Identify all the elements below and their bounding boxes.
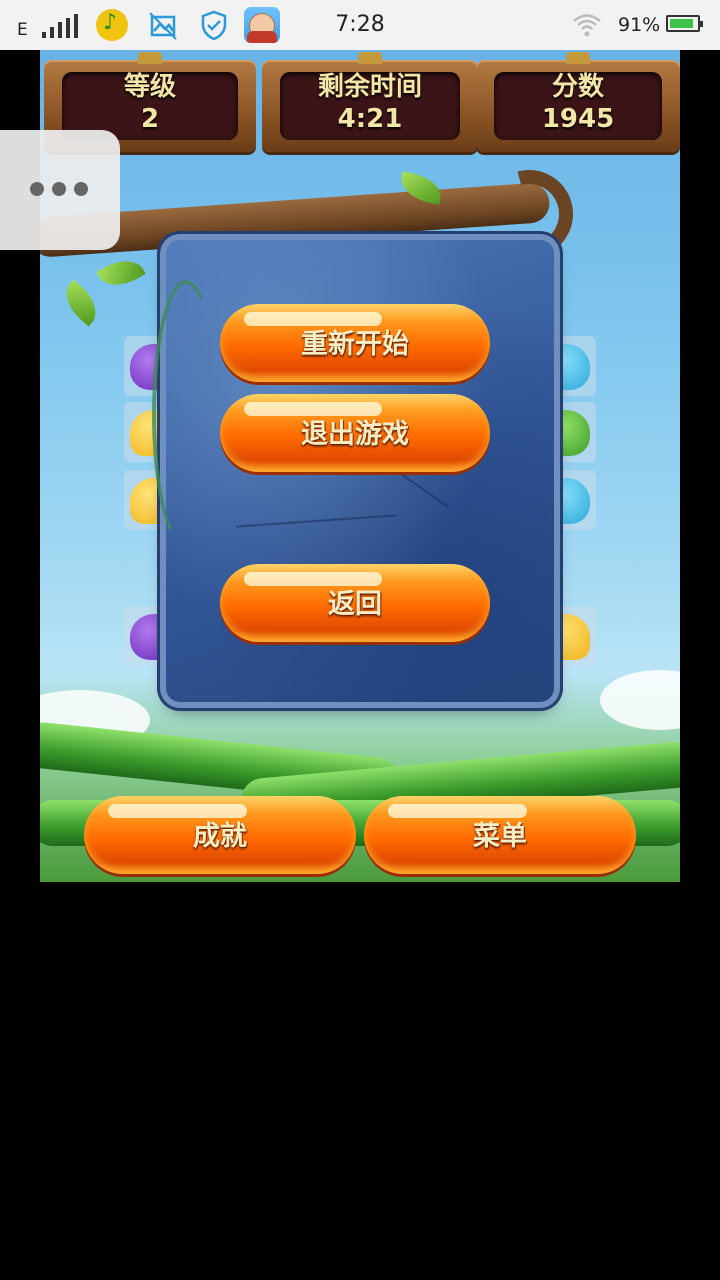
time-left-label: 剩余时间 <box>317 72 422 102</box>
wifi-icon <box>572 12 602 38</box>
achievements-button-label: 成就 <box>193 821 247 852</box>
vine-decoration <box>152 280 220 548</box>
cloud <box>600 670 680 730</box>
achievements-button[interactable]: 成就 <box>84 796 356 874</box>
menu-button-label: 菜单 <box>473 821 527 852</box>
game-screen: 等级 2 剩余时间 4:21 分数 1945 重新开始 退出游戏 返回 成就 菜… <box>40 50 680 882</box>
time-left-panel: 剩余时间 4:21 <box>262 52 478 152</box>
more-dots-icon <box>30 182 90 196</box>
floating-menu-button[interactable] <box>0 130 120 250</box>
restart-button-label: 重新开始 <box>301 329 409 360</box>
exit-game-button[interactable]: 退出游戏 <box>220 394 490 472</box>
leaf <box>56 279 106 327</box>
score-value: 1945 <box>541 104 615 134</box>
time-left-value: 4:21 <box>337 104 403 134</box>
battery-icon <box>666 15 703 32</box>
back-button-label: 返回 <box>328 589 382 620</box>
battery-percent: 91% <box>618 14 661 36</box>
status-bar: E 7:28 91% <box>0 0 720 50</box>
restart-button[interactable]: 重新开始 <box>220 304 490 382</box>
back-button[interactable]: 返回 <box>220 564 490 642</box>
score-panel: 分数 1945 <box>476 52 680 152</box>
level-label: 等级 <box>123 72 176 102</box>
clock: 7:28 <box>335 12 385 37</box>
score-label: 分数 <box>551 72 604 102</box>
leaf <box>96 251 146 295</box>
exit-game-button-label: 退出游戏 <box>301 419 409 450</box>
menu-button[interactable]: 菜单 <box>364 796 636 874</box>
pause-dialog: 重新开始 退出游戏 返回 <box>152 240 554 702</box>
